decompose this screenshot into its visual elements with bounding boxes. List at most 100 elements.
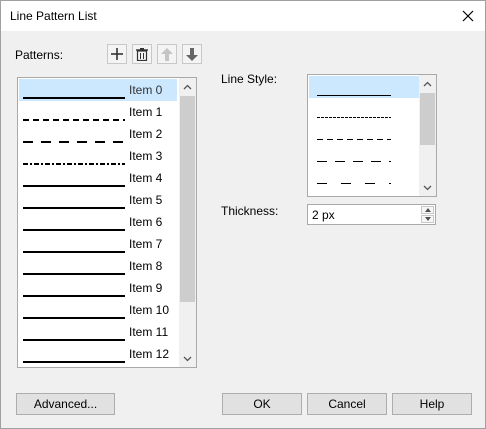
line-style-icon xyxy=(317,183,391,184)
style-sample xyxy=(317,108,391,118)
line-sample-icon xyxy=(23,273,125,275)
line-sample-icon xyxy=(23,295,125,297)
delete-pattern-button[interactable] xyxy=(132,44,152,64)
advanced-button[interactable]: Advanced... xyxy=(16,393,115,415)
close-icon xyxy=(462,10,474,22)
pattern-list-item[interactable]: Item 2 xyxy=(19,123,177,145)
pattern-list[interactable]: Item 0 Item 1 Item 2 Item 3 Item 4 Item 5 Item… xyxy=(17,77,197,368)
pattern-list-item[interactable]: Item 8 xyxy=(19,255,177,277)
chevron-up-icon xyxy=(423,81,432,86)
line-sample-icon xyxy=(23,163,125,165)
caret-down-icon xyxy=(424,217,431,221)
line-style-option[interactable] xyxy=(309,76,419,98)
line-sample-icon xyxy=(23,97,125,99)
chevron-down-icon xyxy=(423,185,432,190)
line-sample-icon xyxy=(23,207,125,209)
pattern-list-item[interactable]: Item 9 xyxy=(19,277,177,299)
thickness-spinner[interactable]: 2 px xyxy=(307,204,436,225)
line-sample-icon xyxy=(23,339,125,341)
pattern-item-label: Item 12 xyxy=(129,347,170,361)
line-pattern-dialog: Line Pattern List Patterns: Item 0 Item … xyxy=(0,0,486,429)
patterns-label: Patterns: xyxy=(15,48,64,62)
pattern-sample xyxy=(23,265,125,275)
style-sample xyxy=(317,86,391,96)
caret-up-icon xyxy=(424,208,431,212)
style-sample xyxy=(317,152,391,162)
arrow-up-icon xyxy=(161,47,173,61)
thickness-value[interactable]: 2 px xyxy=(312,208,335,222)
spin-up-button[interactable] xyxy=(421,206,434,214)
scroll-down-arrow[interactable] xyxy=(179,350,196,367)
pattern-item-label: Item 7 xyxy=(129,237,163,251)
pattern-list-scrollbar[interactable] xyxy=(179,78,196,367)
chevron-down-icon xyxy=(183,356,192,361)
pattern-sample xyxy=(23,155,125,165)
pattern-sample xyxy=(23,243,125,253)
scroll-up-arrow[interactable] xyxy=(179,78,196,95)
ok-button[interactable]: OK xyxy=(222,393,302,415)
line-style-option[interactable] xyxy=(309,164,419,186)
pattern-sample xyxy=(23,353,125,363)
dialog-title: Line Pattern List xyxy=(10,9,97,23)
line-style-icon xyxy=(317,95,391,96)
pattern-sample xyxy=(23,133,125,143)
line-sample-icon xyxy=(23,119,125,121)
line-sample-icon xyxy=(23,141,125,143)
line-style-icon xyxy=(317,161,391,162)
line-sample-icon xyxy=(23,361,125,363)
scroll-thumb[interactable] xyxy=(420,93,435,145)
line-style-icon xyxy=(317,117,391,118)
pattern-item-label: Item 11 xyxy=(129,325,169,339)
line-style-option[interactable] xyxy=(309,120,419,142)
style-sample xyxy=(317,196,391,197)
line-style-label: Line Style: xyxy=(221,72,278,86)
thickness-label: Thickness: xyxy=(221,204,279,218)
pattern-item-label: Item 10 xyxy=(129,303,170,317)
pattern-list-item[interactable]: Item 3 xyxy=(19,145,177,167)
pattern-sample xyxy=(23,287,125,297)
pattern-list-item[interactable]: Item 6 xyxy=(19,211,177,233)
pattern-list-item[interactable]: Item 10 xyxy=(19,299,177,321)
pattern-list-item[interactable]: Item 5 xyxy=(19,189,177,211)
add-pattern-button[interactable] xyxy=(107,44,127,64)
close-button[interactable] xyxy=(457,5,479,27)
delete-icon xyxy=(136,47,148,61)
pattern-item-label: Item 0 xyxy=(129,83,163,97)
line-style-icon xyxy=(317,139,391,140)
scroll-thumb[interactable] xyxy=(180,96,195,302)
spin-down-button[interactable] xyxy=(421,215,434,223)
pattern-sample xyxy=(23,111,125,121)
pattern-sample xyxy=(23,177,125,187)
move-down-button[interactable] xyxy=(182,44,202,64)
pattern-item-label: Item 2 xyxy=(129,127,163,141)
help-button[interactable]: Help xyxy=(392,393,472,415)
pattern-item-label: Item 6 xyxy=(129,215,163,229)
pattern-list-item[interactable]: Item 7 xyxy=(19,233,177,255)
pattern-sample xyxy=(23,309,125,319)
pattern-list-item[interactable]: Item 4 xyxy=(19,167,177,189)
line-sample-icon xyxy=(23,185,125,187)
pattern-sample xyxy=(23,89,125,99)
line-style-option[interactable] xyxy=(309,98,419,120)
scroll-down-arrow[interactable] xyxy=(419,179,436,196)
pattern-list-item[interactable]: Item 12 xyxy=(19,343,177,365)
arrow-down-icon xyxy=(186,47,198,61)
line-style-option[interactable] xyxy=(309,142,419,164)
style-sample xyxy=(317,130,391,140)
cancel-button[interactable]: Cancel xyxy=(307,393,387,415)
pattern-item-label: Item 8 xyxy=(129,259,163,273)
add-icon xyxy=(111,48,123,60)
line-style-option[interactable] xyxy=(309,186,419,197)
pattern-list-item[interactable]: Item 1 xyxy=(19,101,177,123)
line-style-list[interactable] xyxy=(307,74,437,197)
move-up-button[interactable] xyxy=(157,44,177,64)
pattern-list-item[interactable]: Item 11 xyxy=(19,321,177,343)
pattern-sample xyxy=(23,331,125,341)
scroll-up-arrow[interactable] xyxy=(419,75,436,92)
pattern-list-item[interactable]: Item 0 xyxy=(19,79,177,101)
line-sample-icon xyxy=(23,229,125,231)
pattern-sample xyxy=(23,199,125,209)
line-style-scrollbar[interactable] xyxy=(419,75,436,196)
title-bar: Line Pattern List xyxy=(1,1,485,31)
pattern-item-label: Item 9 xyxy=(129,281,163,295)
